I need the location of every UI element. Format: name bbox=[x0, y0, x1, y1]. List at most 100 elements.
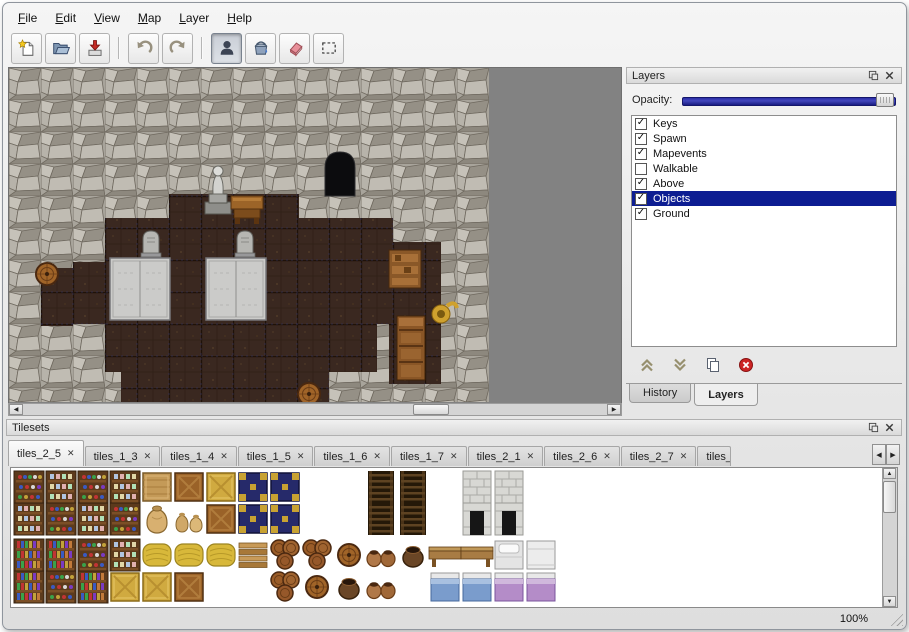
layer-label: Spawn bbox=[653, 133, 687, 145]
redo-icon bbox=[169, 39, 187, 57]
scroll-down-button[interactable]: ▼ bbox=[883, 596, 896, 607]
tab-scroll-right-button[interactable]: ▶ bbox=[886, 444, 900, 465]
status-bar: 100% bbox=[3, 609, 906, 629]
close-panel-button[interactable] bbox=[882, 421, 896, 434]
delete-icon bbox=[738, 357, 754, 373]
shelf-object bbox=[389, 250, 421, 288]
opacity-slider[interactable] bbox=[682, 92, 896, 109]
tab-history[interactable]: History bbox=[629, 384, 691, 403]
layer-visibility-checkbox[interactable]: ✓ bbox=[635, 118, 647, 130]
float-panel-button[interactable] bbox=[866, 421, 880, 434]
layer-label: Mapevents bbox=[653, 148, 707, 160]
scroll-up-button[interactable]: ▲ bbox=[883, 468, 896, 479]
tilesets-panel-title: Tilesets bbox=[12, 422, 50, 434]
layer-row-objects[interactable]: ✓ Objects bbox=[632, 191, 896, 206]
menu-view[interactable]: View bbox=[85, 8, 129, 28]
tilesets-panel: Tilesets tiles_2_5 ✕ tiles_1_3 ✕ bbox=[6, 419, 902, 609]
save-map-button[interactable] bbox=[79, 33, 110, 64]
new-map-button[interactable] bbox=[11, 33, 42, 64]
layer-visibility-checkbox[interactable]: ✓ bbox=[635, 178, 647, 190]
opacity-slider-handle[interactable] bbox=[876, 93, 894, 107]
fill-tool-button[interactable] bbox=[245, 33, 276, 64]
layer-row-keys[interactable]: ✓ Keys bbox=[632, 116, 896, 131]
map-canvas[interactable] bbox=[9, 68, 621, 402]
tab-layers[interactable]: Layers bbox=[694, 384, 757, 406]
layer-label: Walkable bbox=[653, 163, 698, 175]
eraser-tool-icon bbox=[286, 39, 304, 57]
delete-layer-button[interactable] bbox=[735, 354, 757, 376]
menu-file[interactable]: File bbox=[9, 8, 46, 28]
duplicate-layer-button[interactable] bbox=[702, 354, 724, 376]
move-down-icon bbox=[672, 357, 688, 373]
layers-panel-titlebar[interactable]: Layers bbox=[626, 67, 902, 84]
cave-entrance-object bbox=[325, 152, 355, 196]
menu-edit[interactable]: Edit bbox=[46, 8, 85, 28]
tab-close-icon[interactable]: ✕ bbox=[67, 448, 75, 459]
tab-close-icon[interactable]: ✕ bbox=[603, 451, 611, 462]
tileset-tab-tiles_1_7[interactable]: tiles_1_7 ✕ bbox=[391, 446, 467, 466]
tab-close-icon[interactable]: ✕ bbox=[373, 451, 381, 462]
select-tool-button[interactable] bbox=[313, 33, 344, 64]
layer-row-walkable[interactable]: Walkable bbox=[632, 161, 896, 176]
tileset-vertical-scrollbar[interactable]: ▲ ▼ bbox=[882, 468, 897, 607]
duplicate-icon bbox=[705, 357, 721, 373]
tab-close-icon[interactable]: ✕ bbox=[144, 451, 152, 462]
eraser-tool-button[interactable] bbox=[279, 33, 310, 64]
vertical-scroll-handle[interactable] bbox=[883, 481, 896, 513]
tileset-tab-tiles_2_5[interactable]: tiles_2_5 ✕ bbox=[8, 440, 84, 466]
undo-button[interactable] bbox=[128, 33, 159, 64]
layer-row-mapevents[interactable]: ✓ Mapevents bbox=[632, 146, 896, 161]
map-horizontal-scrollbar[interactable]: ◀ ▶ bbox=[8, 403, 622, 416]
tileset-tab-tiles_1_3[interactable]: tiles_1_3 ✕ bbox=[85, 446, 161, 466]
tileset-tab-tiles_2_6[interactable]: tiles_2_6 ✕ bbox=[544, 446, 620, 466]
stamp-tool-button[interactable] bbox=[211, 33, 242, 64]
toolbar-separator bbox=[201, 37, 203, 59]
layer-row-above[interactable]: ✓ Above bbox=[632, 176, 896, 191]
tab-close-icon[interactable]: ✕ bbox=[450, 451, 458, 462]
menu-map[interactable]: Map bbox=[129, 8, 170, 28]
tileset-canvas[interactable] bbox=[11, 468, 883, 607]
tab-close-icon[interactable]: ✕ bbox=[220, 451, 228, 462]
layer-visibility-checkbox[interactable]: ✓ bbox=[635, 193, 647, 205]
open-map-button[interactable] bbox=[45, 33, 76, 64]
layer-visibility-checkbox[interactable]: ✓ bbox=[635, 208, 647, 220]
barrel-object bbox=[36, 263, 58, 285]
tileset-tab-bar: tiles_2_5 ✕ tiles_1_3 ✕ tiles_1_4 ✕ tile… bbox=[8, 439, 870, 466]
menu-help[interactable]: Help bbox=[218, 8, 261, 28]
lower-layer-button[interactable] bbox=[669, 354, 691, 376]
map-canvas-container bbox=[8, 67, 622, 405]
tileset-tab-tiles_2_7[interactable]: tiles_2_7 ✕ bbox=[621, 446, 697, 466]
layer-visibility-checkbox[interactable] bbox=[635, 163, 647, 175]
layer-row-spawn[interactable]: ✓ Spawn bbox=[632, 131, 896, 146]
layer-visibility-checkbox[interactable]: ✓ bbox=[635, 148, 647, 160]
tab-label: tiles_ bbox=[706, 451, 731, 463]
tab-close-icon[interactable]: ✕ bbox=[527, 451, 535, 462]
menu-bar: File Edit View Map Layer Help bbox=[9, 7, 261, 29]
layer-visibility-checkbox[interactable]: ✓ bbox=[635, 133, 647, 145]
tileset-tab-tiles_1_6[interactable]: tiles_1_6 ✕ bbox=[314, 446, 390, 466]
horizontal-scroll-handle[interactable] bbox=[413, 404, 449, 415]
scroll-left-button[interactable]: ◀ bbox=[9, 404, 23, 415]
float-panel-button[interactable] bbox=[866, 69, 880, 82]
open-file-icon bbox=[52, 39, 70, 57]
tab-scroll-left-button[interactable]: ◀ bbox=[872, 444, 886, 465]
scroll-right-button[interactable]: ▶ bbox=[607, 404, 621, 415]
tileset-tab-partial[interactable]: tiles_ bbox=[697, 446, 731, 466]
redo-button[interactable] bbox=[162, 33, 193, 64]
layer-row-ground[interactable]: ✓ Ground bbox=[632, 206, 896, 221]
tileset-tab-tiles_2_1[interactable]: tiles_2_1 ✕ bbox=[468, 446, 544, 466]
tab-label: tiles_2_6 bbox=[553, 451, 597, 463]
tileset-tab-tiles_1_5[interactable]: tiles_1_5 ✕ bbox=[238, 446, 314, 466]
layer-label: Ground bbox=[653, 208, 690, 220]
tab-close-icon[interactable]: ✕ bbox=[680, 451, 688, 462]
raise-layer-button[interactable] bbox=[636, 354, 658, 376]
menu-layer[interactable]: Layer bbox=[170, 8, 218, 28]
tilesets-panel-titlebar[interactable]: Tilesets bbox=[6, 419, 902, 436]
opacity-slider-track[interactable] bbox=[682, 97, 896, 106]
toolbar-separator bbox=[118, 37, 120, 59]
dock-tabs: History Layers bbox=[626, 383, 902, 414]
tab-label: tiles_2_5 bbox=[17, 448, 61, 460]
tileset-tab-tiles_1_4[interactable]: tiles_1_4 ✕ bbox=[161, 446, 237, 466]
close-panel-button[interactable] bbox=[882, 69, 896, 82]
tab-close-icon[interactable]: ✕ bbox=[297, 451, 305, 462]
